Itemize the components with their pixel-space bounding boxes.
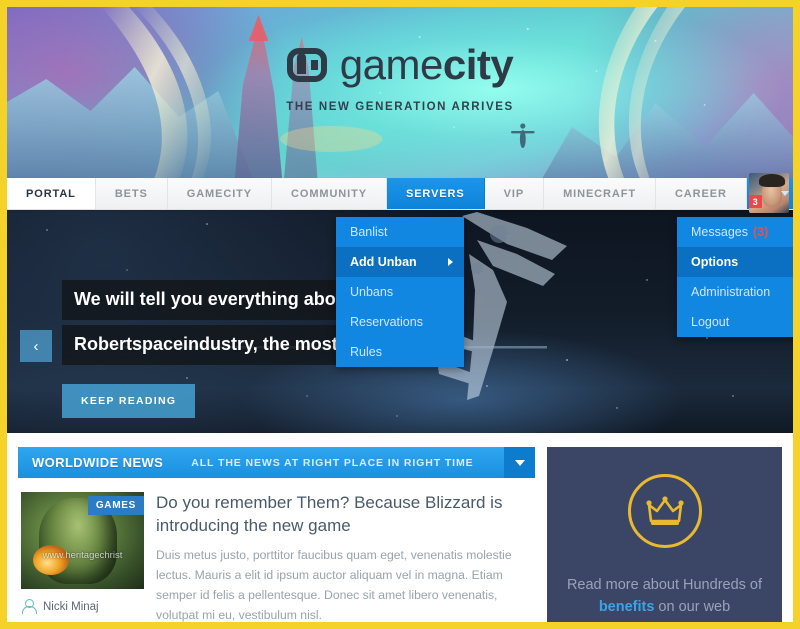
page-root: gamecity THE NEW GENERATION ARRIVES PORT… (0, 0, 800, 629)
site-tagline: THE NEW GENERATION ARRIVES (286, 101, 514, 113)
chevron-right-icon (448, 258, 453, 266)
nav-label: BETS (114, 187, 148, 200)
logo-wordmark: gamecity (339, 41, 514, 89)
site-logo[interactable]: gamecity THE NEW GENERATION ARRIVES (7, 41, 793, 113)
promo-text-after: on our web (654, 599, 731, 616)
sidebar-column: Read more about Hundreds of benefits on … (547, 447, 782, 622)
news-column: WORLDWIDE NEWS ALL THE NEWS AT RIGHT PLA… (18, 447, 535, 622)
author-name: Nicki Minaj (43, 600, 99, 613)
news-subtitle: ALL THE NEWS AT RIGHT PLACE IN RIGHT TIM… (191, 456, 474, 469)
nav-item-gamecity[interactable]: GAMECITY (167, 178, 273, 209)
hero-line-2: Robertspaceindustry, the most el (62, 325, 372, 365)
nav-item-minecraft[interactable]: MINECRAFT (544, 178, 656, 209)
nav-item-vip[interactable]: VIP (484, 178, 545, 209)
content-area: WORLDWIDE NEWS ALL THE NEWS AT RIGHT PLA… (7, 433, 793, 622)
category-badge[interactable]: GAMES (87, 496, 144, 515)
menu-label: Rules (350, 345, 382, 359)
site-banner: gamecity THE NEW GENERATION ARRIVES (7, 7, 793, 178)
menu-label: Banlist (350, 225, 388, 239)
nav-label: MINECRAFT (563, 187, 636, 200)
menu-item-options[interactable]: Options (677, 247, 793, 277)
user-menu-toggle[interactable]: 3 (746, 173, 793, 213)
article-title[interactable]: Do you remember Them? Because Blizzard i… (156, 492, 532, 537)
nav-label: VIP (503, 187, 525, 200)
nav-label: PORTAL (26, 187, 76, 200)
nav-label: COMMUNITY (291, 187, 367, 200)
nav-label: CAREER (674, 187, 727, 200)
menu-item-add-unban[interactable]: Add Unban (336, 247, 464, 277)
article-thumbnail-wrap: www.heritagechrist GAMES Nicki Minaj (21, 492, 144, 622)
slider-prev-button[interactable]: ‹ (20, 330, 52, 362)
menu-item-reservations[interactable]: Reservations (336, 307, 464, 337)
menu-label: Reservations (350, 315, 423, 329)
nav-item-portal[interactable]: PORTAL (7, 178, 96, 209)
chevron-down-icon (781, 191, 789, 196)
promo-text: Read more about Hundreds of benefits on … (547, 574, 782, 619)
chevron-down-icon (514, 459, 525, 466)
notification-badge: 3 (748, 195, 762, 208)
news-collapse-button[interactable] (504, 447, 535, 478)
article-thumbnail[interactable]: www.heritagechrist GAMES (21, 492, 144, 589)
thumbnail-watermark: www.heritagechrist (42, 550, 123, 561)
menu-label: Messages (691, 225, 748, 239)
menu-label: Add Unban (350, 255, 417, 269)
article-byline: Nicki Minaj (21, 599, 144, 614)
nav-item-bets[interactable]: BETS (95, 178, 168, 209)
hero-line-1: We will tell you everything about (62, 280, 367, 320)
menu-label: Logout (691, 315, 730, 329)
article-excerpt: Duis metus justo, porttitor faucibus qua… (156, 548, 512, 622)
hero-caption: We will tell you everything about Robert… (62, 280, 372, 418)
user-dropdown-menu: Messages (3) Options Administration Logou… (677, 217, 793, 337)
keep-reading-button[interactable]: KEEP READING (62, 384, 196, 418)
menu-label: Administration (691, 285, 771, 299)
crown-icon (645, 496, 684, 525)
nav-label: SERVERS (405, 187, 465, 200)
benefits-promo-panel[interactable]: Read more about Hundreds of benefits on … (547, 447, 782, 622)
logo-row: gamecity (286, 41, 514, 89)
user-icon (21, 599, 37, 614)
menu-item-messages[interactable]: Messages (3) (677, 217, 793, 247)
crown-badge (627, 474, 702, 548)
nav-item-career[interactable]: CAREER (655, 178, 747, 209)
promo-text-before: Read more about Hundreds of (566, 577, 763, 593)
menu-item-administration[interactable]: Administration (677, 277, 793, 307)
menu-item-banlist[interactable]: Banlist (336, 217, 464, 247)
main-navigation: PORTAL BETS GAMECITY COMMUNITY SERVERS V… (7, 173, 793, 213)
menu-label: Unbans (350, 285, 394, 299)
nav-item-servers[interactable]: SERVERS (386, 178, 485, 209)
gamecity-logo-icon (286, 48, 327, 82)
logo-text-main: game (339, 41, 444, 88)
menu-label: Options (691, 255, 739, 269)
logo-text-accent: city (442, 41, 514, 88)
menu-item-logout[interactable]: Logout (677, 307, 793, 337)
menu-item-rules[interactable]: Rules (336, 337, 464, 367)
promo-highlight[interactable]: benefits (599, 599, 655, 615)
menu-item-unbans[interactable]: Unbans (336, 277, 464, 307)
servers-dropdown-menu: Banlist Add Unban Unbans Reservations Ru… (336, 217, 464, 367)
news-article: www.heritagechrist GAMES Nicki Minaj Do … (18, 478, 535, 622)
news-header: WORLDWIDE NEWS ALL THE NEWS AT RIGHT PLA… (18, 447, 535, 478)
article-body: Do you remember Them? Because Blizzard i… (156, 492, 532, 622)
nav-item-community[interactable]: COMMUNITY (272, 178, 387, 209)
messages-count: (3) (752, 225, 769, 239)
nav-label: GAMECITY (186, 187, 253, 200)
news-title: WORLDWIDE NEWS (32, 455, 164, 470)
